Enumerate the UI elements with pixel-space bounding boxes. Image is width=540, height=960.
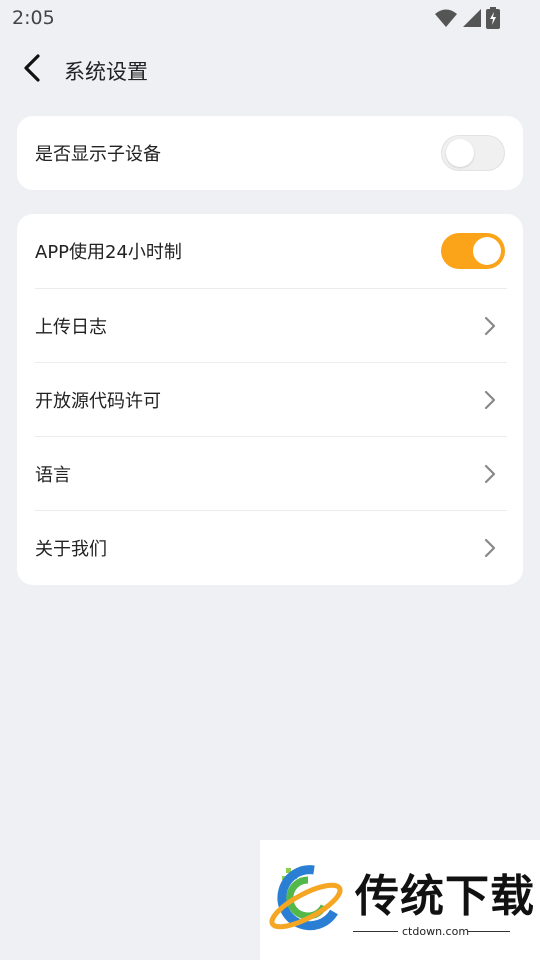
setting-row-about-us[interactable]: 关于我们: [35, 511, 505, 585]
setting-row-show-subdevices[interactable]: 是否显示子设备: [35, 116, 505, 190]
setting-label: 上传日志: [35, 317, 107, 338]
divider: [353, 931, 398, 932]
battery-charging-icon: [486, 7, 500, 29]
cell-signal-icon: [463, 9, 481, 27]
status-icons: [434, 7, 500, 29]
setting-label: APP使用24小时制: [35, 242, 182, 263]
setting-row-upload-log[interactable]: 上传日志: [35, 289, 505, 363]
chevron-right-icon: [484, 538, 496, 558]
status-time: 2:05: [12, 7, 55, 29]
chevron-right-icon: [484, 464, 496, 484]
setting-label: 语言: [35, 465, 71, 486]
wifi-icon: [435, 9, 457, 27]
divider: [468, 931, 510, 932]
toggle-knob: [446, 139, 474, 167]
watermark: 传统下载 ctdown.com: [260, 840, 540, 960]
toggle-knob: [473, 237, 501, 265]
setting-row-language[interactable]: 语言: [35, 437, 505, 511]
page-title: 系统设置: [64, 60, 148, 84]
24-hour-toggle[interactable]: [441, 233, 505, 269]
status-bar: 2:05: [0, 0, 540, 36]
app-header: 系统设置: [0, 42, 540, 96]
setting-label: 关于我们: [35, 539, 107, 560]
settings-card-general: APP使用24小时制 上传日志 开放源代码许可 语言 关于我们: [17, 214, 523, 585]
setting-row-open-source[interactable]: 开放源代码许可: [35, 363, 505, 437]
setting-label: 开放源代码许可: [35, 391, 161, 412]
back-arrow-icon[interactable]: [14, 50, 50, 86]
watermark-brand: 传统下载: [355, 871, 535, 922]
setting-label: 是否显示子设备: [35, 144, 161, 165]
watermark-logo-icon: [269, 865, 343, 931]
chevron-right-icon: [484, 316, 496, 336]
chevron-right-icon: [484, 390, 496, 410]
settings-card-display: 是否显示子设备: [17, 116, 523, 190]
setting-row-24-hour[interactable]: APP使用24小时制: [35, 214, 505, 288]
watermark-url: ctdown.com: [402, 925, 470, 938]
show-subdevices-toggle[interactable]: [441, 135, 505, 171]
